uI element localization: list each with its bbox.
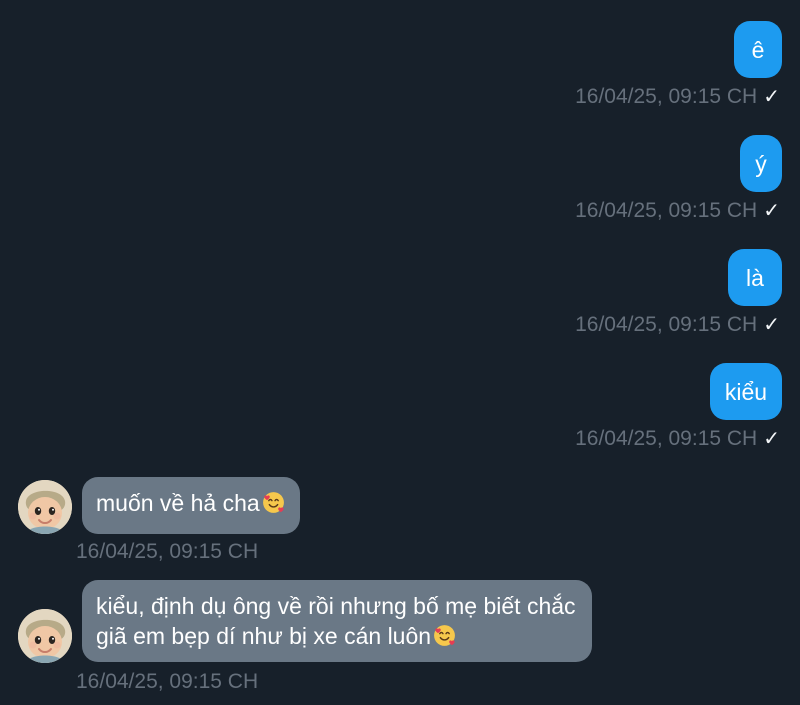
baby-avatar-icon: [18, 480, 72, 534]
smiling-face-with-hearts-icon: [432, 623, 457, 648]
message-timestamp: 16/04/25, 09:15 CH: [76, 540, 259, 563]
message-text: ê: [751, 36, 765, 63]
outgoing-message-bubble[interactable]: kiểu: [710, 363, 782, 420]
message-meta: 16/04/25, 09:15 CH ✓: [575, 82, 780, 112]
incoming-message-bubble[interactable]: muốn về hả cha: [82, 477, 300, 534]
message-text: muốn về hả cha: [96, 490, 260, 516]
message-text-line-2: giã em bẹp dí như bị xe cán luôn: [96, 621, 578, 651]
message-text: là: [746, 264, 764, 291]
incoming-message-bubble[interactable]: kiểu, định dụ ông về rồi nhưng bố mẹ biế…: [82, 580, 592, 662]
outgoing-message-bubble[interactable]: ý: [740, 135, 782, 192]
message-text: kiểu: [724, 378, 768, 405]
read-check-icon: ✓: [763, 314, 780, 336]
read-check-icon: ✓: [763, 86, 780, 108]
message-timestamp: 16/04/25, 09:15 CH: [575, 199, 758, 222]
outgoing-message-bubble[interactable]: là: [728, 249, 782, 306]
message-text-line-1: kiểu, định dụ ông về rồi nhưng bố mẹ biế…: [96, 593, 576, 619]
message-meta: 16/04/25, 09:15 CH: [76, 667, 258, 697]
message-timestamp: 16/04/25, 09:15 CH: [575, 427, 758, 450]
avatar[interactable]: [18, 480, 72, 534]
chat-thread: ê 16/04/25, 09:15 CH ✓ ý 16/04/25, 09:15…: [0, 0, 800, 705]
message-timestamp: 16/04/25, 09:15 CH: [575, 85, 758, 108]
read-check-icon: ✓: [763, 428, 780, 450]
smiling-face-with-hearts-icon: [261, 490, 286, 515]
avatar[interactable]: [18, 609, 72, 663]
message-timestamp: 16/04/25, 09:15 CH: [575, 313, 758, 336]
message-meta: 16/04/25, 09:15 CH ✓: [575, 310, 780, 340]
baby-avatar-icon: [18, 609, 72, 663]
read-check-icon: ✓: [763, 200, 780, 222]
message-text: ý: [755, 150, 767, 177]
message-timestamp: 16/04/25, 09:15 CH: [76, 670, 259, 693]
message-meta: 16/04/25, 09:15 CH: [76, 537, 258, 567]
message-meta: 16/04/25, 09:15 CH ✓: [575, 424, 780, 454]
outgoing-message-bubble[interactable]: ê: [734, 21, 782, 78]
message-meta: 16/04/25, 09:15 CH ✓: [575, 196, 780, 226]
